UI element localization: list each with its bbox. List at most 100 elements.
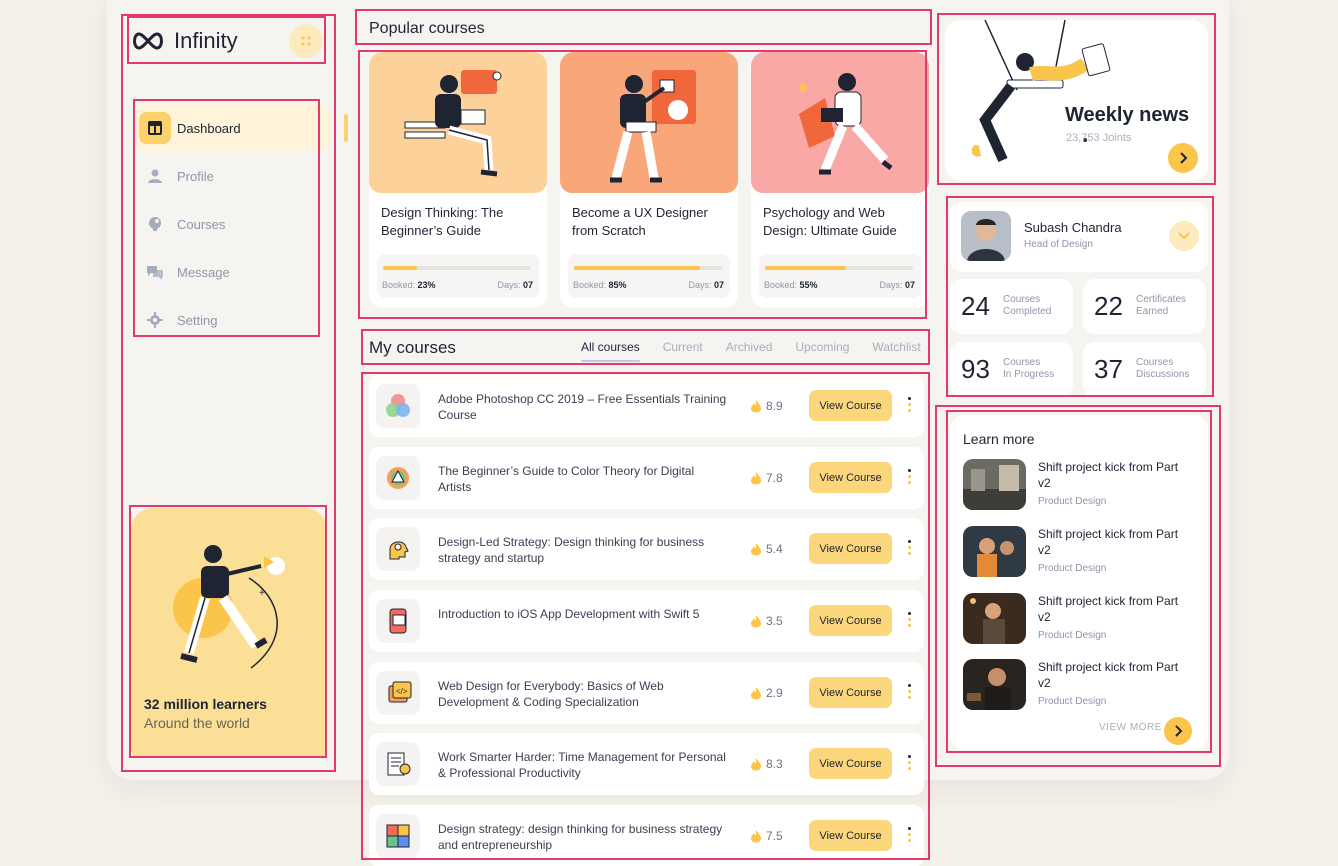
learn-item-subtitle: Product Design [1038, 630, 1107, 641]
learn-item-title: Shift project kick from Part v2 [1038, 527, 1179, 557]
booked-progress-fill [765, 266, 847, 270]
avatar [961, 211, 1011, 261]
view-course-button[interactable]: View Course [809, 533, 892, 564]
dashboard-icon [139, 112, 171, 144]
more-options-icon[interactable] [905, 825, 913, 849]
more-options-icon[interactable] [905, 538, 913, 562]
days-info: Days: 07 [879, 280, 915, 290]
view-more-link[interactable]: VIEW MORE [1099, 722, 1162, 733]
learn-thumbnail [963, 459, 1026, 510]
more-options-icon[interactable] [905, 753, 913, 777]
booked-value: 85% [608, 280, 627, 290]
popular-course-card[interactable]: Become a UX Designer from Scratch Booked… [560, 52, 738, 308]
sidebar-item-label: Message [177, 264, 230, 280]
student-on-bench-illustration-icon [404, 70, 502, 177]
view-course-button[interactable]: View Course [809, 390, 892, 421]
course-title: Web Design for Everybody: Basics of Web … [438, 679, 664, 709]
sidebar-item-courses[interactable]: Courses [135, 200, 329, 248]
course-rating: 3.5 [750, 614, 783, 628]
view-course-button[interactable]: View Course [809, 677, 892, 708]
message-icon [139, 256, 171, 288]
course-title: Design-Led Strategy: Design thinking for… [438, 535, 705, 565]
booked-info: Booked: 85% [573, 280, 627, 290]
active-nav-indicator [344, 114, 348, 142]
flame-icon [751, 472, 761, 485]
sidebar-nav: Dashboard Profile Courses Message Settin… [135, 100, 329, 336]
sidebar-item-message[interactable]: Message [135, 248, 329, 296]
flame-icon [751, 543, 761, 556]
view-course-button[interactable]: View Course [809, 605, 892, 636]
tab-watchlist[interactable]: Watchlist [872, 340, 920, 358]
puzzle-icon [376, 814, 420, 858]
booked-info: Booked: 55% [764, 280, 818, 290]
course-title: Become a UX Designer from Scratch [572, 205, 708, 238]
learn-item-title: Shift project kick from Part v2 [1038, 460, 1179, 490]
view-more-button[interactable] [1164, 717, 1192, 745]
days-info: Days: 07 [497, 280, 533, 290]
ux-designer-illustration-icon [610, 70, 696, 183]
learn-more-item[interactable]: Shift project kick from Part v2 Product … [963, 593, 1203, 645]
course-row[interactable]: Adobe Photoshop CC 2019 – Free Essential… [369, 375, 924, 437]
stat-number: 24 [961, 291, 990, 321]
tab-archived[interactable]: Archived [726, 340, 773, 358]
sidebar-item-setting[interactable]: Setting [135, 296, 329, 344]
rating-value: 8.3 [766, 757, 783, 771]
course-row[interactable]: Work Smarter Harder: Time Management for… [369, 733, 924, 795]
tab-upcoming[interactable]: Upcoming [795, 340, 849, 358]
course-meta: Booked: 55% Days: 07 [759, 254, 921, 298]
course-rating: 2.9 [750, 686, 783, 700]
profile-role: Head of Design [1024, 239, 1093, 250]
learn-item-subtitle: Product Design [1038, 496, 1107, 507]
popular-course-card[interactable]: Design Thinking: The Beginner’s Guide Bo… [369, 52, 547, 308]
view-course-button[interactable]: View Course [809, 462, 892, 493]
course-row[interactable]: Introduction to iOS App Development with… [369, 590, 924, 652]
booked-value: 55% [799, 280, 818, 290]
learn-more-title: Learn more [963, 431, 1035, 447]
course-row[interactable]: The Beginner’s Guide to Color Theory for… [369, 447, 924, 509]
learn-more-item[interactable]: Shift project kick from Part v2 Product … [963, 526, 1203, 578]
view-course-button[interactable]: View Course [809, 820, 892, 851]
evening-photo-icon [963, 593, 1026, 644]
course-row[interactable]: Design-Led Strategy: Design thinking for… [369, 518, 924, 580]
course-art [560, 52, 738, 193]
days-value: 07 [904, 280, 915, 290]
popular-course-card[interactable]: Psychology and Web Design: Ultimate Guid… [751, 52, 929, 308]
sidebar-item-label: Courses [177, 216, 226, 232]
svg-text:</>: </> [396, 687, 408, 696]
chevron-right-icon [1175, 725, 1183, 737]
stat-label: Courses Discussions [1136, 357, 1190, 380]
apps-menu-button[interactable] [289, 24, 323, 58]
chevron-down-icon [1178, 232, 1190, 240]
my-courses-title: My courses [369, 338, 456, 357]
walking-learner-illustration-icon: + [173, 545, 285, 669]
stat-label: Certificates Earned [1136, 294, 1187, 317]
more-options-icon[interactable] [905, 682, 913, 706]
learn-more-item[interactable]: Shift project kick from Part v2 Product … [963, 659, 1203, 711]
more-options-icon[interactable] [905, 610, 913, 634]
course-rating: 8.3 [750, 757, 783, 771]
chevron-right-icon [1180, 152, 1188, 164]
weekly-news-open-button[interactable] [1168, 143, 1198, 173]
profile-expand-button[interactable] [1169, 221, 1199, 251]
rating-value: 8.9 [766, 399, 783, 413]
more-options-icon[interactable] [905, 467, 913, 491]
stat-label: Courses Completed [1003, 294, 1052, 317]
days-value: 07 [713, 280, 724, 290]
learn-thumbnail [963, 526, 1026, 577]
flame-icon [751, 615, 761, 628]
more-options-icon[interactable] [905, 395, 913, 419]
course-title: Adobe Photoshop CC 2019 – Free Essential… [438, 392, 727, 422]
tab-current[interactable]: Current [663, 340, 703, 358]
tab-all-courses[interactable]: All courses [581, 340, 640, 362]
sidebar-item-dashboard[interactable]: Dashboard [135, 104, 329, 152]
weekly-news-card[interactable]: Weekly news 23,753 Joints [945, 20, 1208, 181]
view-course-button[interactable]: View Course [809, 748, 892, 779]
course-row[interactable]: Design strategy: design thinking for bus… [369, 805, 924, 866]
course-row[interactable]: </> Web Design for Everybody: Basics of W… [369, 662, 924, 724]
sidebar-item-profile[interactable]: Profile [135, 152, 329, 200]
learn-more-item[interactable]: Shift project kick from Part v2 Product … [963, 459, 1203, 511]
course-title: Introduction to iOS App Development with… [438, 607, 700, 621]
course-rating: 7.8 [750, 471, 783, 485]
brand: Infinity [130, 22, 323, 60]
learn-item-subtitle: Product Design [1038, 696, 1107, 707]
